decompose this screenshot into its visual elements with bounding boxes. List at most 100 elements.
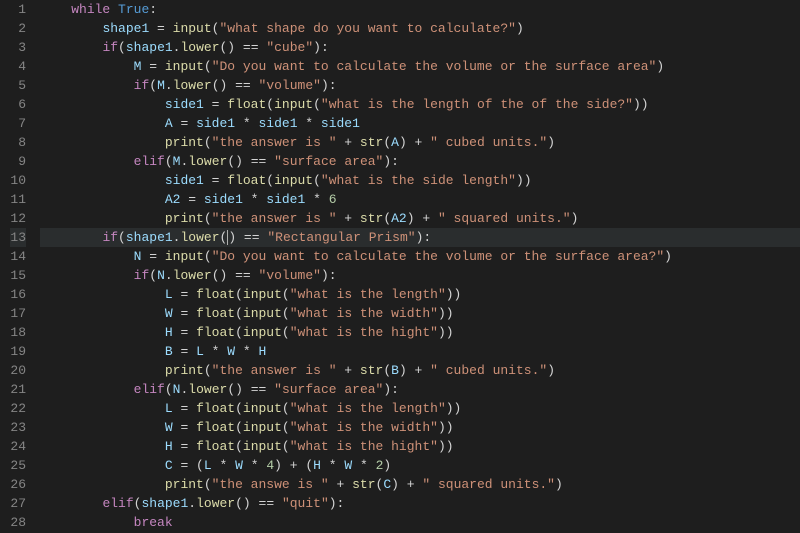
code-line[interactable]: N = input("Do you want to calculate the …: [40, 247, 800, 266]
token-op: [71, 515, 133, 530]
code-line[interactable]: print("the answer is " + str(B) + " cube…: [40, 361, 800, 380]
token-op: =: [180, 192, 203, 207]
token-num: 6: [329, 192, 337, 207]
token-pn: ): [555, 477, 563, 492]
code-line[interactable]: break: [40, 513, 800, 532]
code-line[interactable]: C = (L * W * 4) + (H * W * 2): [40, 456, 800, 475]
token-pn: ):: [321, 78, 337, 93]
token-str: "cube": [266, 40, 313, 55]
token-pn: (): [227, 382, 243, 397]
token-op: [71, 401, 165, 416]
code-editor[interactable]: 1234567891011121314151617181920212223242…: [0, 0, 800, 532]
code-line[interactable]: while True:: [40, 0, 800, 19]
token-op: [71, 382, 133, 397]
token-pn: (: [235, 287, 243, 302]
token-pn: )): [438, 306, 454, 321]
token-op: [71, 344, 165, 359]
token-pn: )): [438, 420, 454, 435]
code-line[interactable]: print("the answe is " + str(C) + " squar…: [40, 475, 800, 494]
code-line[interactable]: elif(M.lower() == "surface area"):: [40, 152, 800, 171]
code-line[interactable]: print("the answer is " + str(A) + " cube…: [40, 133, 800, 152]
code-line[interactable]: W = float(input("what is the width")): [40, 418, 800, 437]
token-pn: .: [165, 268, 173, 283]
code-line[interactable]: if(M.lower() == "volume"):: [40, 76, 800, 95]
token-fn: float: [196, 439, 235, 454]
line-number: 7: [10, 114, 26, 133]
token-fn: lower: [188, 154, 227, 169]
code-line[interactable]: L = float(input("what is the length")): [40, 399, 800, 418]
code-line[interactable]: shape1 = input("what shape do you want t…: [40, 19, 800, 38]
line-number: 16: [10, 285, 26, 304]
code-line[interactable]: B = L * W * H: [40, 342, 800, 361]
token-op: +: [337, 363, 360, 378]
token-op: [71, 78, 133, 93]
token-pn: (: [235, 401, 243, 416]
token-var: H: [165, 439, 173, 454]
code-line[interactable]: side1 = float(input("what is the length …: [40, 95, 800, 114]
token-pn: :: [149, 2, 157, 17]
token-pn: (): [235, 496, 251, 511]
token-pn: (: [282, 287, 290, 302]
token-op: [71, 154, 133, 169]
code-line[interactable]: if(N.lower() == "volume"):: [40, 266, 800, 285]
token-op: *: [305, 192, 328, 207]
token-pn: ): [399, 363, 407, 378]
token-str: "volume": [259, 268, 321, 283]
token-op: +: [415, 211, 438, 226]
code-line[interactable]: M = input("Do you want to calculate the …: [40, 57, 800, 76]
token-var: H: [313, 458, 321, 473]
code-line[interactable]: side1 = float(input("what is the side le…: [40, 171, 800, 190]
token-str: "what is the side length": [321, 173, 516, 188]
code-line[interactable]: elif(N.lower() == "surface area"):: [40, 380, 800, 399]
token-str: "what is the length of the of the side?": [321, 97, 633, 112]
code-line[interactable]: H = float(input("what is the hight")): [40, 437, 800, 456]
code-line[interactable]: L = float(input("what is the length")): [40, 285, 800, 304]
token-op: *: [298, 116, 321, 131]
token-pn: (: [282, 420, 290, 435]
token-op: [71, 363, 165, 378]
token-var: shape1: [102, 21, 149, 36]
token-op: =: [173, 401, 196, 416]
token-op: *: [352, 458, 375, 473]
line-number-gutter: 1234567891011121314151617181920212223242…: [0, 0, 40, 532]
code-content[interactable]: while True: shape1 = input("what shape d…: [40, 0, 800, 532]
token-fn: float: [227, 173, 266, 188]
code-line[interactable]: A = side1 * side1 * side1: [40, 114, 800, 133]
token-str: "Do you want to calculate the volume or …: [212, 249, 664, 264]
token-fn: lower: [173, 268, 212, 283]
token-op: ==: [243, 154, 274, 169]
token-var: W: [165, 306, 173, 321]
code-line[interactable]: print("the answer is " + str(A2) + " squ…: [40, 209, 800, 228]
code-line[interactable]: H = float(input("what is the hight")): [40, 323, 800, 342]
token-op: +: [407, 363, 430, 378]
token-op: ==: [227, 78, 258, 93]
token-fn: str: [360, 363, 383, 378]
code-line[interactable]: W = float(input("what is the width")): [40, 304, 800, 323]
token-var: shape1: [126, 40, 173, 55]
token-pn: (: [149, 78, 157, 93]
token-op: [71, 21, 102, 36]
token-fn: input: [274, 97, 313, 112]
code-line[interactable]: A2 = side1 * side1 * 6: [40, 190, 800, 209]
token-op: ) + (: [274, 458, 313, 473]
token-pn: (: [204, 249, 212, 264]
token-var: M: [157, 78, 165, 93]
token-fn: str: [352, 477, 375, 492]
token-fn: float: [196, 325, 235, 340]
token-var: side1: [204, 192, 243, 207]
token-pn: (): [227, 154, 243, 169]
token-pn: (: [235, 420, 243, 435]
token-pn: (: [204, 477, 212, 492]
code-line[interactable]: if(shape1.lower() == "cube"):: [40, 38, 800, 57]
token-var: shape1: [126, 230, 173, 245]
code-line[interactable]: if(shape1.lower() == "Rectangular Prism"…: [40, 228, 800, 247]
token-pn: (: [235, 306, 243, 321]
token-str: "what is the length": [290, 401, 446, 416]
token-pn: ): [547, 135, 555, 150]
token-var: W: [344, 458, 352, 473]
token-fn: print: [165, 477, 204, 492]
code-line[interactable]: elif(shape1.lower() == "quit"):: [40, 494, 800, 513]
token-pn: ): [547, 363, 555, 378]
token-fn: lower: [173, 78, 212, 93]
token-pn: )): [633, 97, 649, 112]
